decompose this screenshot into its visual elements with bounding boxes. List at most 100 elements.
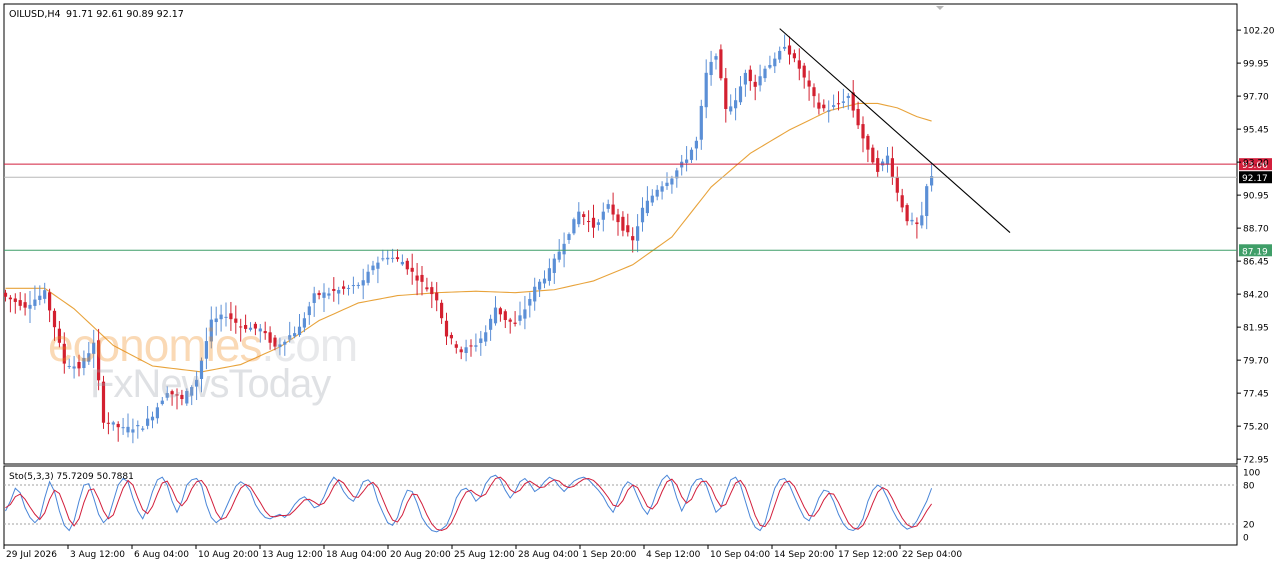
candle-body xyxy=(126,426,130,433)
candle-body xyxy=(572,219,576,234)
candle-body xyxy=(248,327,253,330)
candle-body xyxy=(190,387,194,396)
candle-body xyxy=(885,155,890,165)
candle-body xyxy=(33,299,37,306)
x-tick-label: 29 Jul 2026 xyxy=(6,550,57,560)
candle-body xyxy=(704,72,708,108)
candle-body xyxy=(101,381,106,423)
candle-body xyxy=(915,222,919,225)
candle-body xyxy=(48,292,52,311)
y-tick-label: 84.20 xyxy=(1243,291,1269,301)
candle-body xyxy=(729,106,733,112)
candle-body xyxy=(18,300,22,306)
x-tick-label: 4 Sep 12:00 xyxy=(646,550,701,560)
candle-body xyxy=(807,80,811,87)
chart-shift-marker[interactable] xyxy=(936,6,944,10)
candle-body xyxy=(23,302,27,308)
trading-chart[interactable]: 93.06 87.19 92.17 102.20 99.95 97.70 95.45 93.2… xyxy=(0,0,1280,567)
candle-body xyxy=(209,319,213,342)
candle-body xyxy=(170,391,174,395)
candle-body xyxy=(327,293,331,296)
candles xyxy=(3,34,934,444)
candle-body xyxy=(650,195,654,203)
candle-body xyxy=(822,104,826,109)
candle-body xyxy=(258,328,262,332)
candle-body xyxy=(567,234,571,240)
y-tick-label: 86.45 xyxy=(1243,258,1269,268)
candle-body xyxy=(121,427,125,429)
candle-body xyxy=(768,65,772,68)
candle-body xyxy=(464,347,468,353)
candle-body xyxy=(449,334,453,339)
candle-body xyxy=(297,326,302,335)
candle-body xyxy=(160,400,164,405)
chart-canvas[interactable]: 93.0687.1992.17102.2099.9597.7095.4593.2… xyxy=(0,0,1280,567)
candle-body xyxy=(204,341,208,359)
candle-body xyxy=(400,261,404,265)
candle-body xyxy=(596,222,600,225)
candle-body xyxy=(322,292,326,298)
candle-body xyxy=(263,331,267,334)
candle-body xyxy=(8,297,12,300)
candle-body xyxy=(234,318,238,323)
candle-body xyxy=(273,337,277,347)
candle-body xyxy=(131,429,135,433)
candle-body xyxy=(631,236,635,241)
candle-body xyxy=(342,286,346,289)
candle-body xyxy=(165,393,169,398)
candle-body xyxy=(905,205,909,222)
candle-body xyxy=(611,204,615,215)
candle-body xyxy=(38,295,42,300)
candle-body xyxy=(28,304,32,309)
candle-body xyxy=(832,105,836,107)
y-tick-label: 97.70 xyxy=(1243,93,1269,103)
candle-body xyxy=(817,102,821,109)
current-price-label: 92.17 xyxy=(1242,174,1268,184)
main-pane-frame xyxy=(3,3,1238,465)
candle-body xyxy=(97,340,101,381)
moving-average-line xyxy=(5,102,932,373)
candle-body xyxy=(185,390,189,404)
candle-body xyxy=(146,418,150,426)
candle-body xyxy=(474,345,478,347)
candle-body xyxy=(797,60,801,69)
candle-body xyxy=(925,186,929,217)
candle-body xyxy=(136,424,140,427)
candle-body xyxy=(337,290,341,294)
candle-body xyxy=(3,292,8,297)
candle-body xyxy=(395,257,400,260)
candle-body xyxy=(601,211,605,220)
candle-body xyxy=(856,108,860,126)
candle-body xyxy=(552,258,556,273)
descending-trendline[interactable] xyxy=(779,28,1011,233)
candle-body xyxy=(694,140,698,149)
candle-body xyxy=(714,56,718,60)
candle-body xyxy=(13,298,17,302)
candle-body xyxy=(719,49,723,79)
candle-body xyxy=(758,76,762,86)
candle-body xyxy=(312,293,316,303)
candle-body xyxy=(489,318,493,330)
chart-header-ohlc: 91.71 92.61 90.89 92.17 xyxy=(66,9,184,20)
candle-body xyxy=(743,72,747,85)
candle-body xyxy=(685,159,689,163)
candle-body xyxy=(841,101,845,103)
candle-body xyxy=(224,316,228,318)
candle-body xyxy=(547,268,551,281)
candle-body xyxy=(430,287,434,295)
candle-body xyxy=(523,309,527,319)
y-tick-label: 90.95 xyxy=(1243,192,1269,202)
candle-body xyxy=(425,287,429,290)
x-tick-label: 18 Aug 04:00 xyxy=(326,550,387,560)
candle-body xyxy=(836,103,841,105)
candle-body xyxy=(670,178,674,185)
candle-body xyxy=(371,265,375,271)
candle-body xyxy=(640,207,645,223)
candle-body xyxy=(155,407,159,419)
candle-body xyxy=(827,110,831,112)
candle-body xyxy=(244,325,248,329)
y-tick-label: 102.20 xyxy=(1243,27,1275,37)
candle-body xyxy=(518,315,522,321)
candle-body xyxy=(440,302,444,319)
stochastic-y-tick-label: 0 xyxy=(1243,534,1249,544)
